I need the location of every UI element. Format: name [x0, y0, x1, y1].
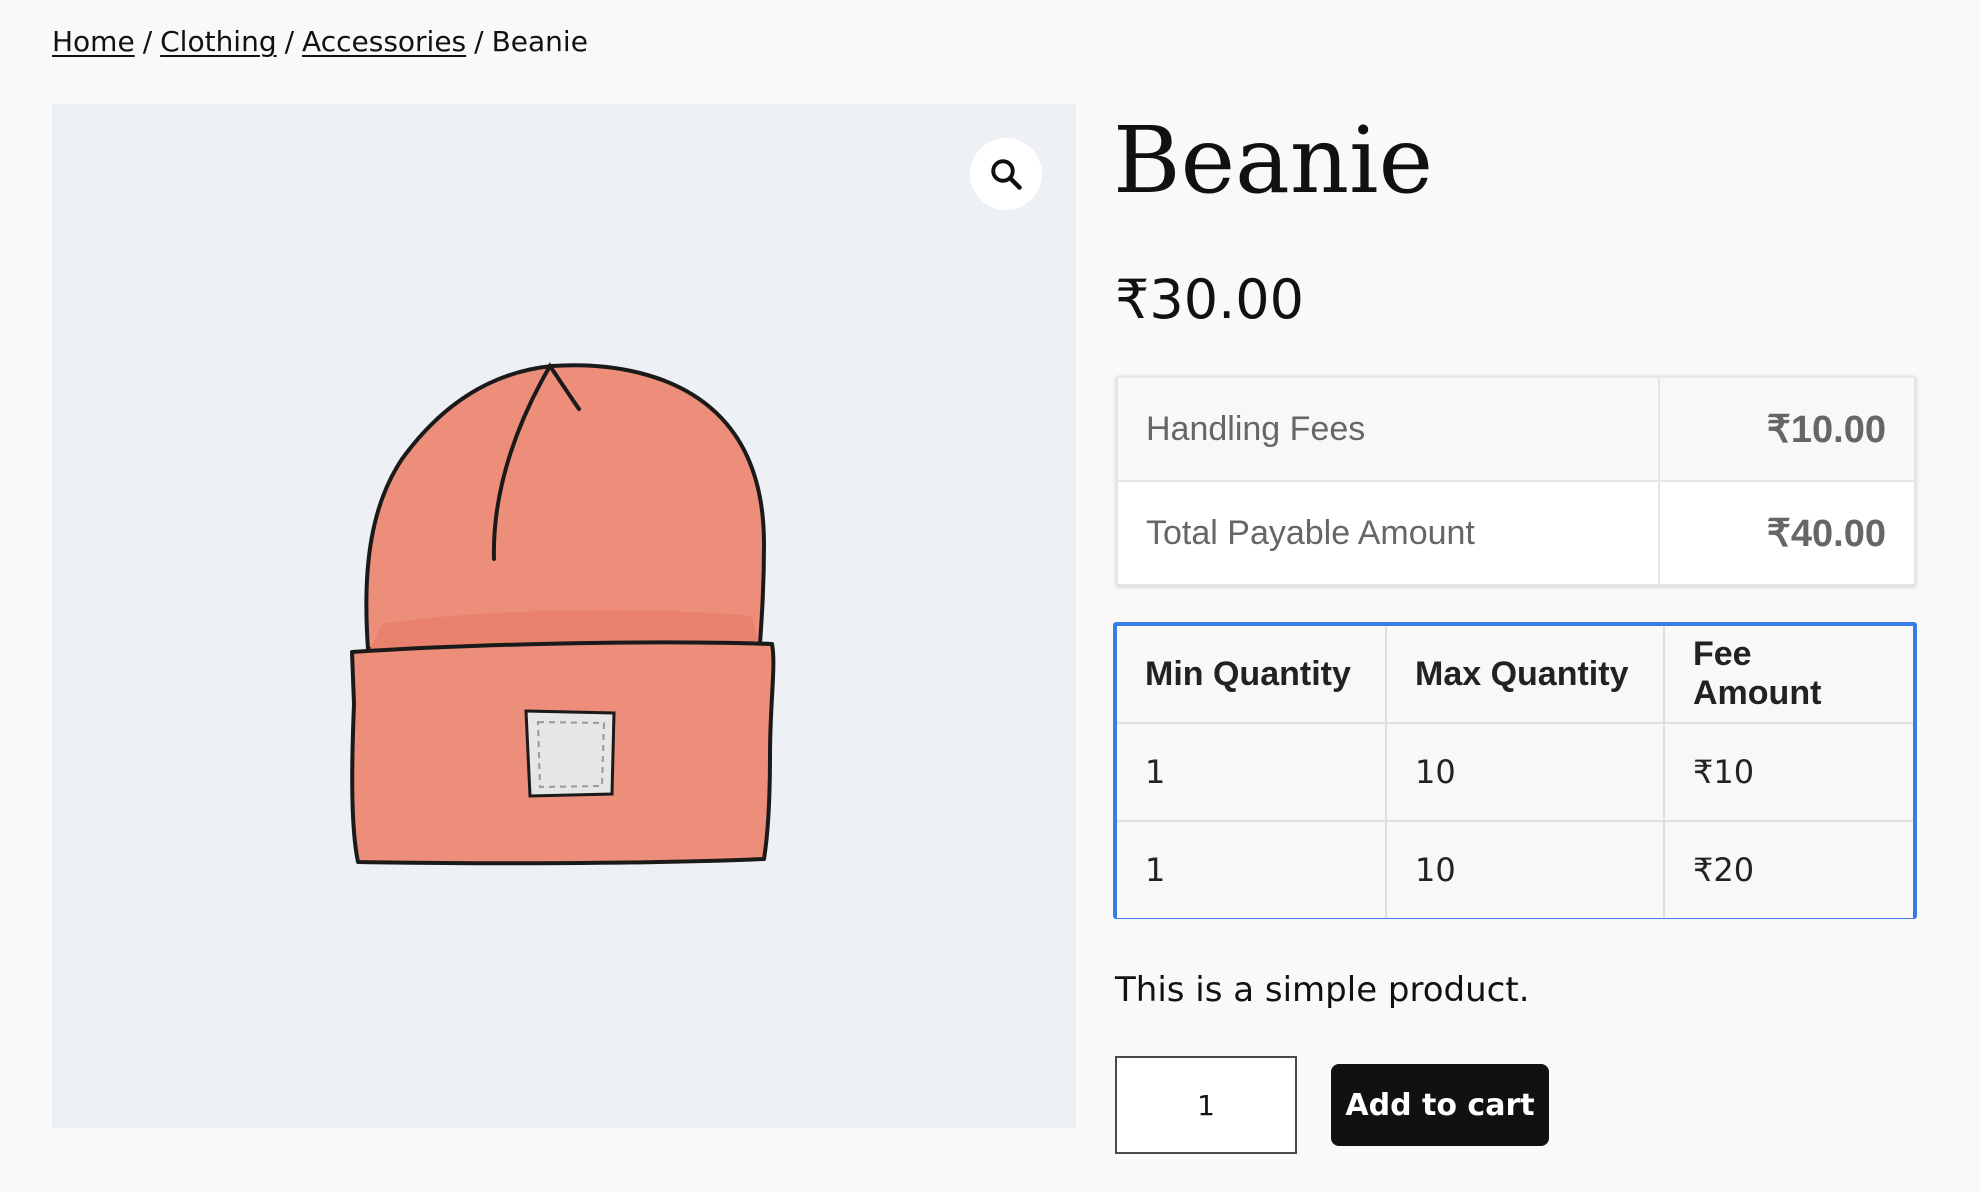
table-row: 1 10 ₹10	[1117, 722, 1913, 822]
fees-summary-table: Handling Fees ₹10.00 Total Payable Amoun…	[1116, 376, 1916, 586]
fee-amount: ₹40.00	[1658, 480, 1916, 586]
product-price: ₹30.00	[1115, 268, 1304, 331]
product-description: This is a simple product.	[1115, 970, 1530, 1010]
breadcrumb: Home / Clothing / Accessories / Beanie	[52, 22, 588, 62]
magnifier-icon	[991, 159, 1022, 190]
breadcrumb-link-home[interactable]: Home	[52, 25, 135, 58]
product-gallery	[52, 104, 1076, 1128]
tier-min-quantity: 1	[1117, 820, 1387, 918]
tier-min-quantity: 1	[1117, 722, 1387, 822]
product-title: Beanie	[1113, 107, 1434, 214]
breadcrumb-separator: /	[142, 25, 153, 58]
column-header-fee-amount: Fee Amount	[1663, 626, 1913, 724]
beanie-product-image[interactable]	[52, 104, 1076, 1128]
fee-amount: ₹10.00	[1658, 376, 1916, 482]
quantity-fee-tiers: Min Quantity Max Quantity Fee Amount 1 1…	[1113, 622, 1917, 919]
fee-row-total: Total Payable Amount ₹40.00	[1116, 480, 1916, 586]
table-row: 1 10 ₹20	[1117, 820, 1913, 918]
breadcrumb-separator: /	[284, 25, 295, 58]
tier-max-quantity: 10	[1385, 722, 1665, 822]
tier-table: Min Quantity Max Quantity Fee Amount 1 1…	[1117, 626, 1913, 918]
column-header-max-quantity: Max Quantity	[1385, 626, 1665, 724]
tier-max-quantity: 10	[1385, 820, 1665, 918]
add-to-cart-button[interactable]: Add to cart	[1331, 1064, 1549, 1146]
tier-header-row: Min Quantity Max Quantity Fee Amount	[1117, 626, 1913, 724]
zoom-button[interactable]	[970, 138, 1042, 210]
tier-fee-amount: ₹10	[1663, 722, 1913, 822]
fee-row-handling: Handling Fees ₹10.00	[1116, 376, 1916, 482]
fee-label: Handling Fees	[1116, 376, 1660, 482]
breadcrumb-separator: /	[474, 25, 484, 58]
breadcrumb-current: Beanie	[491, 25, 588, 58]
fee-label: Total Payable Amount	[1116, 480, 1660, 586]
breadcrumb-link-accessories[interactable]: Accessories	[302, 25, 466, 58]
tier-fee-amount: ₹20	[1663, 820, 1913, 918]
quantity-input[interactable]	[1115, 1056, 1297, 1154]
column-header-min-quantity: Min Quantity	[1117, 626, 1387, 724]
breadcrumb-link-clothing[interactable]: Clothing	[160, 25, 276, 58]
